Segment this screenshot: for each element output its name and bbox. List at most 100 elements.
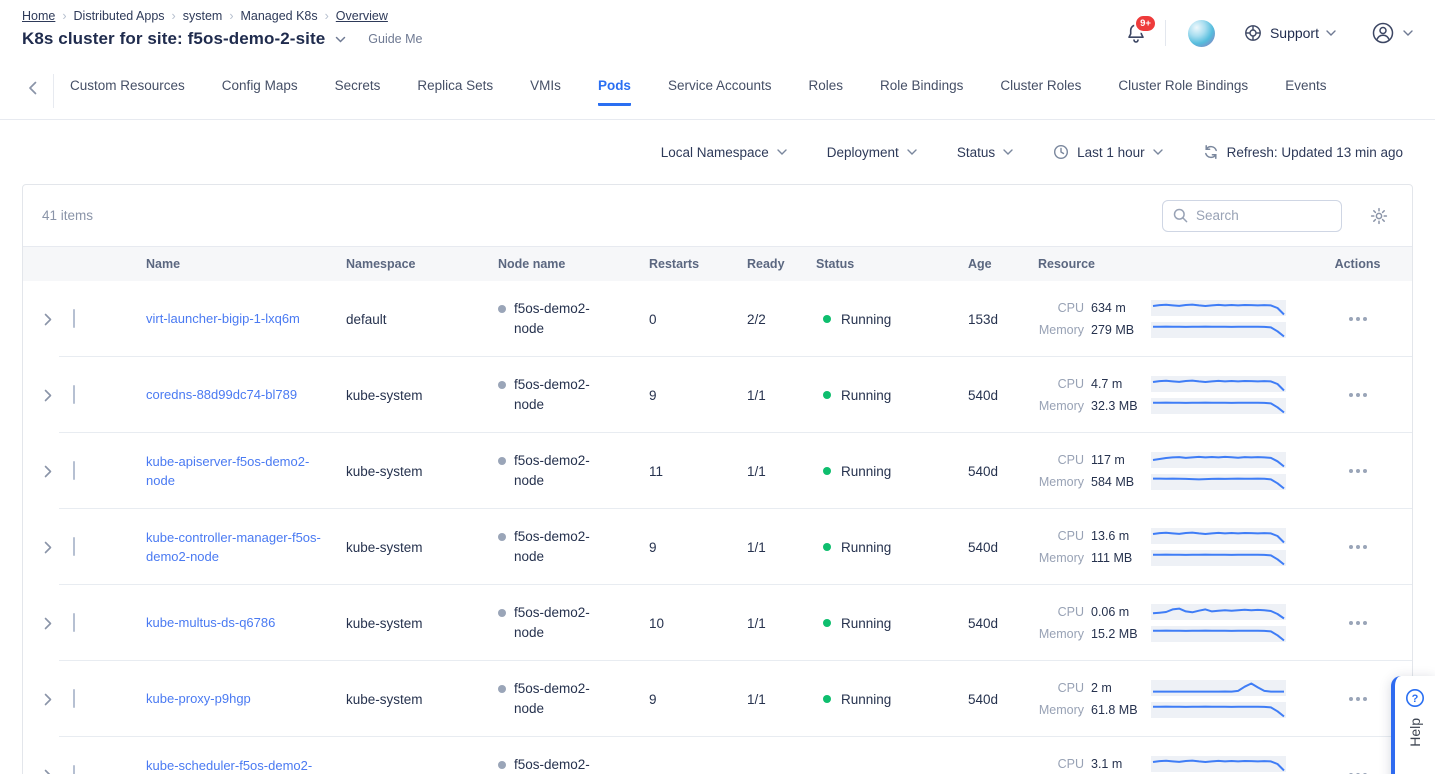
guide-me-link[interactable]: Guide Me xyxy=(368,32,422,46)
row-checkbox[interactable] xyxy=(73,309,75,328)
row-checkbox[interactable] xyxy=(73,385,75,404)
namespace-filter[interactable]: Local Namespace xyxy=(661,145,787,160)
search-input[interactable] xyxy=(1196,208,1331,223)
pod-name-link[interactable]: kube-scheduler-f5os-demo2-node xyxy=(146,758,312,774)
tab-events[interactable]: Events xyxy=(1285,78,1326,106)
user-menu[interactable] xyxy=(1370,20,1413,46)
tab-cluster-role-bindings[interactable]: Cluster Role Bindings xyxy=(1118,78,1248,106)
tab-secrets[interactable]: Secrets xyxy=(335,78,381,106)
memory-value: 32.3 MB xyxy=(1091,399,1145,413)
row-checkbox[interactable] xyxy=(73,461,75,480)
table-row: kube-scheduler-f5os-demo2-node f5os-demo… xyxy=(23,737,1412,774)
cpu-label: CPU xyxy=(1038,377,1084,391)
node-name-cell: f5os-demo2-node xyxy=(498,603,649,644)
table-body: virt-launcher-bigip-1-lxq6m default f5os… xyxy=(23,281,1412,774)
row-expander[interactable] xyxy=(23,465,73,478)
cpu-value: 13.6 m xyxy=(1091,529,1145,543)
row-actions-ellipsis-button[interactable] xyxy=(1343,615,1373,631)
row-actions-ellipsis-button[interactable] xyxy=(1343,767,1373,774)
help-tab[interactable]: ? Help xyxy=(1391,676,1435,774)
restarts-cell: 9 xyxy=(649,692,747,707)
row-actions-ellipsis-button[interactable] xyxy=(1343,311,1373,327)
clock-icon xyxy=(1053,144,1069,160)
tab-replica-sets[interactable]: Replica Sets xyxy=(417,78,493,106)
chevron-down-icon xyxy=(1403,30,1413,36)
tab-custom-resources[interactable]: Custom Resources xyxy=(70,78,185,106)
chevron-down-icon xyxy=(1326,30,1336,36)
pod-name-link[interactable]: kube-multus-ds-q6786 xyxy=(146,615,275,630)
status-filter[interactable]: Status xyxy=(957,145,1013,160)
row-checkbox[interactable] xyxy=(73,689,75,708)
node-dot-icon xyxy=(498,761,506,769)
time-range-filter[interactable]: Last 1 hour xyxy=(1053,144,1163,160)
table-row: kube-apiserver-f5os-demo2-node kube-syst… xyxy=(23,433,1412,509)
tab-cluster-roles[interactable]: Cluster Roles xyxy=(1000,78,1081,106)
tab-vmis[interactable]: VMIs xyxy=(530,78,561,106)
memory-label: Memory xyxy=(1038,323,1084,337)
pod-name-link[interactable]: kube-apiserver-f5os-demo2-node xyxy=(146,454,309,489)
tab-pods[interactable]: Pods xyxy=(598,78,631,106)
pod-name-link[interactable]: kube-controller-manager-f5os-demo2-node xyxy=(146,530,321,565)
column-header-ready[interactable]: Ready xyxy=(747,257,816,271)
ready-cell: 2/2 xyxy=(747,312,816,327)
row-expander[interactable] xyxy=(23,541,73,554)
row-actions-ellipsis-button[interactable] xyxy=(1343,691,1373,707)
support-menu[interactable]: Support xyxy=(1243,23,1336,43)
breadcrumb-system[interactable]: system xyxy=(183,9,223,23)
row-expander[interactable] xyxy=(23,693,73,706)
chevron-right-icon xyxy=(44,617,52,630)
table-header-row: Name Namespace Node name Restarts Ready … xyxy=(23,247,1412,281)
tabs-scroll-left-button[interactable] xyxy=(24,81,41,95)
column-header-name[interactable]: Name xyxy=(109,257,346,271)
chevron-down-icon xyxy=(1153,149,1163,155)
tab-config-maps[interactable]: Config Maps xyxy=(222,78,298,106)
refresh-control[interactable]: Refresh: Updated 13 min ago xyxy=(1203,144,1403,160)
row-actions-ellipsis-button[interactable] xyxy=(1343,539,1373,555)
column-header-resource[interactable]: Resource xyxy=(1038,257,1303,271)
breadcrumb-managed-k8s[interactable]: Managed K8s xyxy=(240,9,317,23)
node-dot-icon xyxy=(498,305,506,313)
tab-roles[interactable]: Roles xyxy=(809,78,844,106)
tenant-avatar[interactable] xyxy=(1188,20,1215,47)
resource-cell: CPU 2 m Memory 61.8 MB xyxy=(1038,680,1303,718)
tab-role-bindings[interactable]: Role Bindings xyxy=(880,78,963,106)
row-checkbox[interactable] xyxy=(73,765,75,774)
breadcrumb-overview[interactable]: Overview xyxy=(336,9,388,23)
row-checkbox[interactable] xyxy=(73,537,75,556)
cpu-sparkline-chart xyxy=(1151,680,1286,696)
row-expander[interactable] xyxy=(23,313,73,326)
node-dot-icon xyxy=(498,533,506,541)
memory-sparkline-chart xyxy=(1151,398,1286,414)
memory-value: 15.2 MB xyxy=(1091,627,1145,641)
row-actions-ellipsis-button[interactable] xyxy=(1343,387,1373,403)
pod-name-link[interactable]: kube-proxy-p9hgp xyxy=(146,691,251,706)
tab-service-accounts[interactable]: Service Accounts xyxy=(668,78,772,106)
memory-sparkline-chart xyxy=(1151,626,1286,642)
notifications-button[interactable]: 9+ xyxy=(1125,21,1147,45)
row-actions-ellipsis-button[interactable] xyxy=(1343,463,1373,479)
title-dropdown-chevron-icon[interactable] xyxy=(335,36,346,43)
breadcrumb-home[interactable]: Home xyxy=(22,9,55,23)
table-settings-gear-icon[interactable] xyxy=(1370,207,1388,225)
node-name-cell: f5os-demo2-node xyxy=(498,375,649,416)
column-header-age[interactable]: Age xyxy=(968,257,1038,271)
memory-label: Memory xyxy=(1038,399,1084,413)
column-header-status[interactable]: Status xyxy=(816,257,968,271)
breadcrumb-distributed-apps[interactable]: Distributed Apps xyxy=(74,9,165,23)
row-checkbox[interactable] xyxy=(73,613,75,632)
row-expander[interactable] xyxy=(23,617,73,630)
pod-name-link[interactable]: virt-launcher-bigip-1-lxq6m xyxy=(146,311,300,326)
row-expander[interactable] xyxy=(23,769,73,774)
svg-text:?: ? xyxy=(1412,693,1419,705)
lifebuoy-icon xyxy=(1243,23,1263,43)
column-header-namespace[interactable]: Namespace xyxy=(346,257,498,271)
row-expander[interactable] xyxy=(23,389,73,402)
age-cell: 540d xyxy=(968,540,1038,555)
pod-name-link[interactable]: coredns-88d99dc74-bl789 xyxy=(146,387,297,402)
items-count: 41 items xyxy=(42,208,93,223)
column-header-node-name[interactable]: Node name xyxy=(498,257,649,271)
deployment-filter[interactable]: Deployment xyxy=(827,145,917,160)
user-icon xyxy=(1370,20,1396,46)
column-header-restarts[interactable]: Restarts xyxy=(649,257,747,271)
namespace-cell: kube-system xyxy=(346,388,498,403)
